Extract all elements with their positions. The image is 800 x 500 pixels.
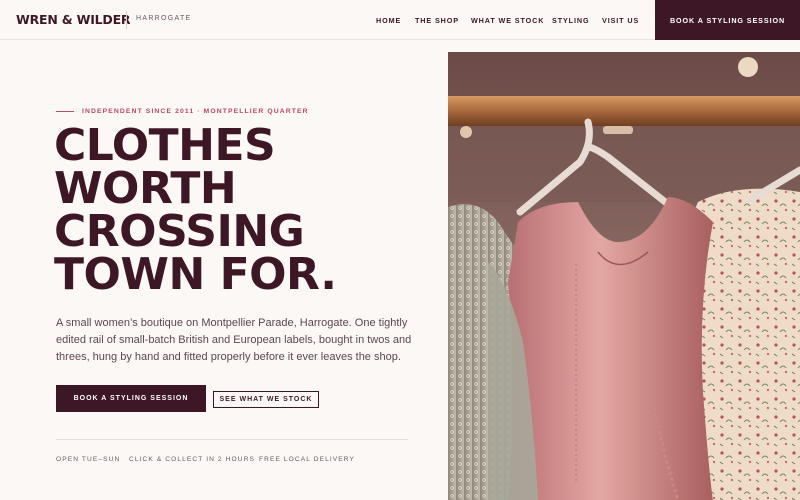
eyebrow-rule [56,111,74,112]
feature-click-collect: CLICK & COLLECT IN 2 HOURS [129,456,255,463]
feature-free-delivery: FREE LOCAL DELIVERY [259,456,356,463]
brand-logo[interactable]: WREN & WILDER [16,12,131,27]
site-header: WREN & WILDER HARROGATE HOME THE SHOP WH… [0,0,800,40]
hero-headline: CLOTHES WORTH CROSSING TOWN FOR. [54,120,444,300]
nav-item-home[interactable]: HOME [376,16,401,25]
logo-divider [126,11,127,29]
nav-item-the-shop[interactable]: THE SHOP [415,16,459,25]
see-what-we-stock-button[interactable]: SEE WHAT WE STOCK [213,391,319,408]
headline-line: TOWN FOR. [54,249,337,300]
eyebrow-text: INDEPENDENT SINCE 2011 · MONTPELLIER QUA… [82,108,309,115]
book-styling-button[interactable]: BOOK A STYLING SESSION [56,385,206,412]
feature-divider [56,439,408,440]
headline-line: CROSSING [54,206,305,257]
header-book-styling-button[interactable]: BOOK A STYLING SESSION [655,0,800,40]
headline-line: WORTH [54,163,237,214]
hero-eyebrow: INDEPENDENT SINCE 2011 · MONTPELLIER QUA… [56,108,309,115]
headline-line: CLOTHES [54,120,276,171]
clothing-rail-image [448,52,800,500]
nav-item-styling[interactable]: STYLING [552,16,589,25]
brand-location: HARROGATE [136,15,192,22]
hero-description: A small women’s boutique on Montpellier … [56,317,412,363]
nav-item-visit-us[interactable]: VISIT US [602,16,639,25]
hero-photo [448,52,800,500]
nav-item-what-we-stock[interactable]: WHAT WE STOCK [471,16,544,25]
feature-opening-hours: OPEN TUE–SUN [56,456,121,463]
